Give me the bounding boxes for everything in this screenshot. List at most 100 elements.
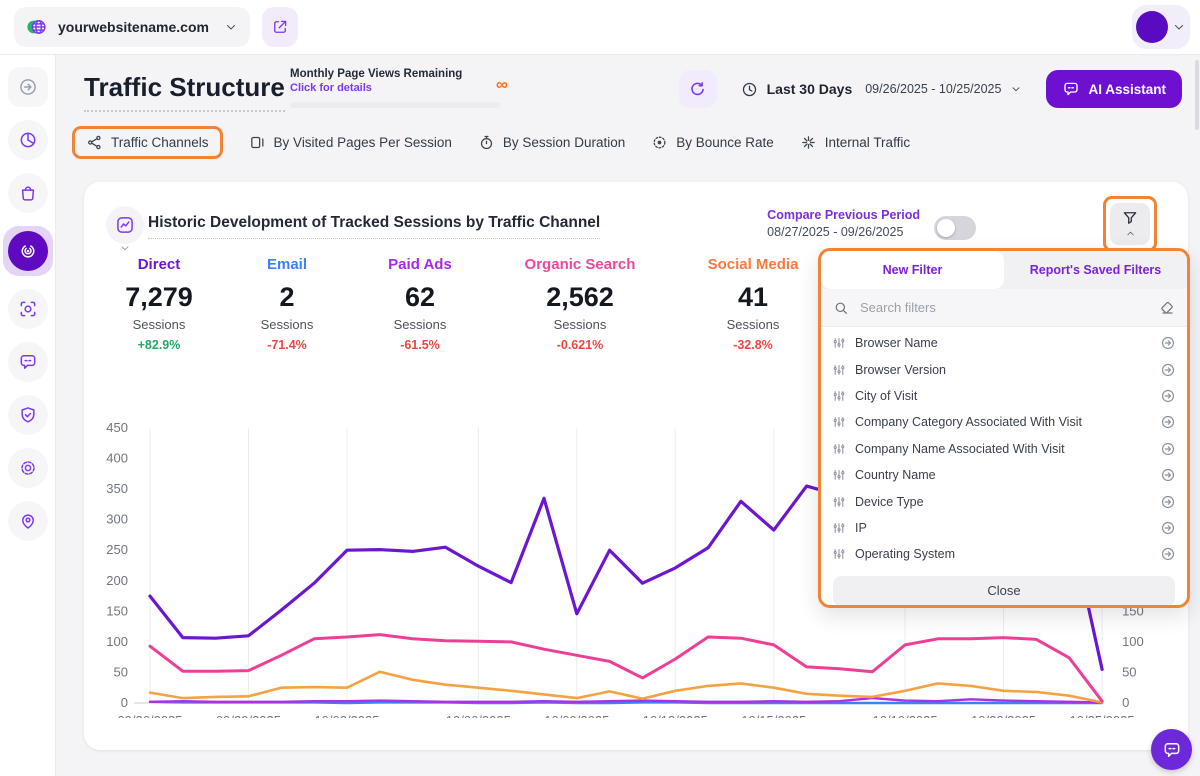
svg-text:350: 350 bbox=[106, 481, 128, 496]
filter-list-item[interactable]: Company Name Associated With Visit bbox=[821, 436, 1187, 462]
filter-item-label: Company Name Associated With Visit bbox=[855, 442, 1151, 456]
tab-by-bounce-rate[interactable]: By Bounce Rate bbox=[651, 134, 774, 151]
svg-text:09/26/2025: 09/26/2025 bbox=[117, 713, 182, 718]
timer-icon bbox=[478, 134, 495, 151]
filter-search-input[interactable] bbox=[858, 299, 1150, 316]
close-button[interactable]: Close bbox=[833, 576, 1175, 606]
svg-text:150: 150 bbox=[106, 603, 128, 618]
tab-saved-filters[interactable]: Report's Saved Filters bbox=[1004, 251, 1187, 289]
sessions-unit: Sessions bbox=[388, 317, 452, 332]
delta-badge: -71.4% bbox=[261, 338, 314, 352]
sessions-value: 62 bbox=[388, 282, 452, 313]
sidebar-item-pie-chart[interactable] bbox=[8, 120, 48, 160]
chevron-down-icon bbox=[119, 242, 131, 254]
clock-icon bbox=[741, 81, 758, 98]
delta-badge: +82.9% bbox=[125, 338, 193, 352]
sessions-unit: Sessions bbox=[708, 317, 799, 332]
svg-text:10/06/2025: 10/06/2025 bbox=[446, 713, 511, 718]
chart-type-button[interactable] bbox=[106, 206, 144, 244]
series-social-media bbox=[150, 672, 1102, 703]
filter-item-label: Device Type bbox=[855, 495, 1151, 509]
quota-details-link[interactable]: Click for details bbox=[290, 82, 502, 94]
channel-label: Paid Ads bbox=[388, 256, 452, 273]
delta-badge: -61.5% bbox=[388, 338, 452, 352]
line-chart-icon bbox=[115, 215, 135, 235]
eraser-icon[interactable] bbox=[1159, 300, 1175, 316]
filter-list-item[interactable]: Browser Name bbox=[821, 330, 1187, 356]
quota-label: Monthly Page Views Remaining bbox=[290, 68, 502, 80]
sidebar bbox=[0, 54, 56, 776]
arrow-right-circle-icon bbox=[1160, 546, 1176, 562]
chevron-down-icon bbox=[1010, 83, 1022, 95]
topbar: yourwebsitename.com bbox=[0, 0, 1200, 55]
filter-item-label: Browser Version bbox=[855, 363, 1151, 377]
filter-list-item[interactable]: Company Category Associated With Visit bbox=[821, 409, 1187, 435]
filter-list-item[interactable]: Country Name bbox=[821, 462, 1187, 488]
traffic-channel-stat: Social Media 41 Sessions -32.8% bbox=[708, 256, 799, 352]
svg-text:100: 100 bbox=[106, 634, 128, 649]
sidebar-item-scan[interactable] bbox=[8, 289, 48, 329]
website-selector[interactable]: yourwebsitename.com bbox=[14, 7, 250, 47]
compare-toggle[interactable] bbox=[934, 216, 976, 240]
tab-label: By Bounce Rate bbox=[676, 135, 774, 150]
ai-assistant-button[interactable]: AI Assistant bbox=[1046, 70, 1182, 108]
filter-list-item[interactable]: Browser Version bbox=[821, 356, 1187, 382]
refresh-button[interactable] bbox=[679, 70, 717, 108]
website-name: yourwebsitename.com bbox=[58, 19, 214, 35]
tab-new-filter[interactable]: New Filter bbox=[821, 251, 1004, 289]
svg-text:10/02/2025: 10/02/2025 bbox=[314, 713, 379, 718]
chat-icon bbox=[1162, 740, 1182, 760]
filter-item-label: City of Visit bbox=[855, 389, 1151, 403]
filter-list-item[interactable]: IP bbox=[821, 515, 1187, 541]
date-range-picker[interactable]: Last 30 Days 09/26/2025 - 10/25/2025 bbox=[727, 70, 1037, 108]
compare-range: 08/27/2025 - 09/26/2025 bbox=[767, 225, 920, 239]
sidebar-item-radar[interactable] bbox=[3, 226, 53, 276]
channel-label: Social Media bbox=[708, 256, 799, 273]
search-icon bbox=[833, 300, 849, 316]
quota-progress-bar bbox=[290, 102, 500, 108]
arrow-right-circle-icon bbox=[1160, 414, 1176, 430]
sidebar-item-chat[interactable] bbox=[8, 342, 48, 382]
refresh-icon bbox=[688, 80, 707, 99]
filter-panel: New Filter Report's Saved Filters Browse… bbox=[818, 248, 1190, 608]
filter-item-label: Browser Name bbox=[855, 336, 1151, 350]
sliders-icon bbox=[832, 468, 846, 482]
date-range: 09/26/2025 - 10/25/2025 bbox=[865, 82, 1001, 96]
tab-label: Internal Traffic bbox=[825, 135, 910, 150]
svg-text:400: 400 bbox=[106, 451, 128, 466]
channel-label: Direct bbox=[125, 256, 193, 273]
scrollbar[interactable] bbox=[1195, 60, 1199, 130]
collapse-icon bbox=[18, 77, 38, 97]
gear-icon bbox=[18, 458, 38, 478]
traffic-channel-stat: Direct 7,279 Sessions +82.9% bbox=[125, 256, 193, 352]
filter-list-item[interactable]: Device Type bbox=[821, 488, 1187, 514]
support-chat-button[interactable] bbox=[1151, 729, 1192, 770]
svg-text:09/29/2025: 09/29/2025 bbox=[216, 713, 281, 718]
sidebar-item-collapse[interactable] bbox=[8, 67, 48, 107]
arrow-right-circle-icon bbox=[1160, 388, 1176, 404]
filter-list-item[interactable]: Operating System bbox=[821, 541, 1187, 567]
sessions-value: 2 bbox=[261, 282, 314, 313]
svg-text:0: 0 bbox=[1122, 695, 1129, 710]
filter-button[interactable] bbox=[1110, 203, 1150, 245]
chart-title: Historic Development of Tracked Sessions… bbox=[148, 214, 600, 239]
sidebar-item-gear[interactable] bbox=[8, 448, 48, 488]
tab-traffic-channels[interactable]: Traffic Channels bbox=[72, 126, 223, 159]
header-controls: Last 30 Days 09/26/2025 - 10/25/2025 AI … bbox=[679, 70, 1182, 108]
open-website-button[interactable] bbox=[262, 7, 298, 47]
chat-icon bbox=[18, 352, 38, 372]
sidebar-item-location-pin[interactable] bbox=[8, 501, 48, 541]
svg-text:100: 100 bbox=[1122, 634, 1144, 649]
tab-by-session-duration[interactable]: By Session Duration bbox=[478, 134, 625, 151]
arrow-right-circle-icon bbox=[1160, 362, 1176, 378]
sessions-unit: Sessions bbox=[125, 317, 193, 332]
tab-label: Traffic Channels bbox=[111, 135, 209, 150]
sliders-icon bbox=[832, 389, 846, 403]
sessions-value: 2,562 bbox=[525, 282, 636, 313]
sidebar-item-shopping-bag[interactable] bbox=[8, 173, 48, 213]
account-menu[interactable] bbox=[1132, 5, 1190, 49]
tab-by-visited-pages-per-session[interactable]: By Visited Pages Per Session bbox=[249, 134, 452, 151]
filter-list-item[interactable]: City of Visit bbox=[821, 383, 1187, 409]
tab-internal-traffic[interactable]: Internal Traffic bbox=[800, 134, 910, 151]
sidebar-item-shield-check[interactable] bbox=[8, 395, 48, 435]
